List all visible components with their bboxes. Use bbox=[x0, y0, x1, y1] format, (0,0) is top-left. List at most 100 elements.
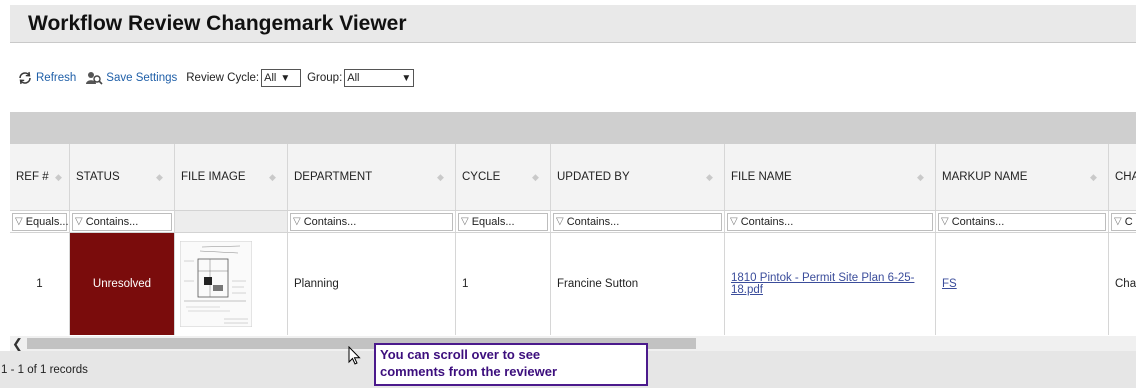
title-bar: Workflow Review Changemark Viewer bbox=[10, 5, 1136, 43]
filter-change-input[interactable]: ▽ C bbox=[1111, 212, 1136, 231]
filter-icon[interactable]: ▽ bbox=[461, 216, 469, 227]
column-header-department[interactable]: DEPARTMENT ◆ bbox=[288, 144, 456, 210]
column-header-updated-by[interactable]: UPDATED BY ◆ bbox=[551, 144, 725, 210]
filter-status-input[interactable]: ▽ Contains... bbox=[72, 212, 172, 231]
filter-file-image bbox=[175, 211, 288, 232]
scroll-left-icon[interactable]: ❮ bbox=[10, 336, 25, 351]
cell-updated-by: Francine Sutton bbox=[551, 233, 725, 335]
filter-icon[interactable]: ▽ bbox=[293, 216, 301, 227]
file-name-link[interactable]: 1810 Pintok - Permit Site Plan 6-25-18.p… bbox=[731, 272, 921, 296]
filter-department-input[interactable]: ▽ Contains... bbox=[290, 212, 453, 231]
filter-ref: ▽ Equals... bbox=[10, 211, 70, 232]
filter-text: Contains... bbox=[85, 215, 139, 228]
column-header-label: UPDATED BY bbox=[557, 171, 630, 183]
markup-name-link[interactable]: FS bbox=[942, 278, 957, 290]
changemark-grid: REF # ◆ STATUS ◆ FILE IMAGE ◆ DEPARTMENT… bbox=[10, 144, 1136, 336]
cell-file-name: 1810 Pintok - Permit Site Plan 6-25-18.p… bbox=[725, 233, 936, 335]
save-settings-label: Save Settings bbox=[106, 72, 178, 84]
column-header-ref[interactable]: REF # ◆ bbox=[10, 144, 70, 210]
filter-icon[interactable]: ▽ bbox=[1114, 216, 1122, 227]
group-value: All bbox=[347, 72, 360, 84]
file-thumbnail[interactable] bbox=[180, 241, 252, 327]
group-drop-area[interactable] bbox=[10, 112, 1136, 144]
sort-icon[interactable]: ◆ bbox=[156, 173, 164, 182]
review-cycle-value: All bbox=[264, 72, 277, 84]
filter-change: ▽ C bbox=[1109, 211, 1136, 232]
column-header-label: FILE NAME bbox=[731, 171, 792, 183]
filter-markup-name: ▽ Contains... bbox=[936, 211, 1109, 232]
save-settings-button[interactable]: Save Settings bbox=[85, 71, 177, 85]
cell-ref: 1 bbox=[10, 233, 70, 335]
refresh-button[interactable]: Refresh bbox=[17, 71, 76, 85]
column-header-label: CHA bbox=[1115, 171, 1136, 183]
column-header-file-name[interactable]: FILE NAME ◆ bbox=[725, 144, 936, 210]
column-header-label: REF # bbox=[16, 171, 49, 183]
column-header-label: STATUS bbox=[76, 171, 120, 183]
sort-icon[interactable]: ◆ bbox=[437, 173, 445, 182]
chevron-down-icon: ▼ bbox=[280, 72, 291, 84]
cell-markup-name: FS bbox=[936, 233, 1109, 335]
column-header-change[interactable]: CHA bbox=[1109, 144, 1136, 210]
refresh-label: Refresh bbox=[36, 72, 77, 84]
cell-file-image bbox=[175, 233, 288, 335]
group-label: Group: bbox=[307, 72, 343, 84]
sort-icon[interactable]: ◆ bbox=[269, 173, 277, 182]
filter-cycle: ▽ Equals... bbox=[456, 211, 551, 232]
review-cycle-label: Review Cycle: bbox=[186, 72, 260, 84]
filter-icon[interactable]: ▽ bbox=[556, 216, 564, 227]
sort-icon[interactable]: ◆ bbox=[55, 173, 63, 182]
column-header-label: CYCLE bbox=[462, 171, 501, 183]
grid-header-row: REF # ◆ STATUS ◆ FILE IMAGE ◆ DEPARTMENT… bbox=[10, 144, 1136, 211]
filter-text: Contains... bbox=[740, 215, 794, 228]
group-select[interactable]: All ▼ bbox=[344, 69, 415, 87]
filter-text: Contains... bbox=[303, 215, 357, 228]
column-header-status[interactable]: STATUS ◆ bbox=[70, 144, 175, 210]
filter-text: Equals... bbox=[471, 215, 515, 228]
filter-status: ▽ Contains... bbox=[70, 211, 175, 232]
cycle-value: 1 bbox=[462, 278, 469, 290]
status-badge: Unresolved bbox=[70, 233, 175, 335]
column-header-label: MARKUP NAME bbox=[942, 171, 1028, 183]
change-value: Char bbox=[1115, 278, 1136, 290]
filter-icon[interactable]: ▽ bbox=[730, 216, 738, 227]
sort-icon[interactable]: ◆ bbox=[1090, 173, 1098, 182]
refresh-icon bbox=[19, 71, 31, 85]
toolbar: Refresh Save Settings Review Cycle: All … bbox=[17, 67, 420, 89]
grid-filter-row: ▽ Equals... ▽ Contains... ▽ Contains... bbox=[10, 211, 1136, 233]
filter-text: Contains... bbox=[566, 215, 620, 228]
filter-markup-name-input[interactable]: ▽ Contains... bbox=[938, 212, 1106, 231]
mouse-cursor-icon bbox=[348, 346, 361, 365]
cell-change: Char bbox=[1109, 233, 1136, 335]
filter-icon[interactable]: ▽ bbox=[941, 216, 949, 227]
annotation-callout: You can scroll over to see comments from… bbox=[374, 343, 648, 386]
filter-text: Contains... bbox=[951, 215, 1005, 228]
filter-updated-by: ▽ Contains... bbox=[551, 211, 725, 232]
column-header-label: DEPARTMENT bbox=[294, 171, 373, 183]
filter-updated-by-input[interactable]: ▽ Contains... bbox=[553, 212, 722, 231]
sort-icon[interactable]: ◆ bbox=[706, 173, 714, 182]
filter-icon[interactable]: ▽ bbox=[75, 216, 83, 227]
filter-ref-input[interactable]: ▽ Equals... bbox=[12, 212, 69, 231]
chevron-down-icon: ▼ bbox=[401, 72, 412, 84]
column-header-cycle[interactable]: CYCLE ◆ bbox=[456, 144, 551, 210]
filter-icon[interactable]: ▽ bbox=[15, 216, 23, 227]
status-value: Unresolved bbox=[92, 278, 152, 290]
column-header-file-image[interactable]: FILE IMAGE ◆ bbox=[175, 144, 288, 210]
review-cycle-select[interactable]: All ▼ bbox=[261, 69, 302, 87]
filter-cycle-input[interactable]: ▽ Equals... bbox=[458, 212, 548, 231]
sort-icon[interactable]: ◆ bbox=[917, 173, 925, 182]
filter-file-name: ▽ Contains... bbox=[725, 211, 936, 232]
updated-by-value: Francine Sutton bbox=[557, 278, 639, 290]
sort-icon[interactable]: ◆ bbox=[532, 173, 540, 182]
filter-file-name-input[interactable]: ▽ Contains... bbox=[727, 212, 933, 231]
filter-text: Equals... bbox=[25, 215, 69, 228]
table-row[interactable]: 1 Unresolved Planning 1 Francine Sutton … bbox=[10, 233, 1136, 335]
filter-text: C bbox=[1124, 215, 1133, 228]
column-header-label: FILE IMAGE bbox=[181, 171, 246, 183]
ref-value: 1 bbox=[36, 278, 43, 290]
cell-cycle: 1 bbox=[456, 233, 551, 335]
filter-department: ▽ Contains... bbox=[288, 211, 456, 232]
save-settings-icon bbox=[86, 72, 103, 85]
column-header-markup-name[interactable]: MARKUP NAME ◆ bbox=[936, 144, 1109, 210]
record-count: 1 - 1 of 1 records bbox=[1, 363, 88, 376]
